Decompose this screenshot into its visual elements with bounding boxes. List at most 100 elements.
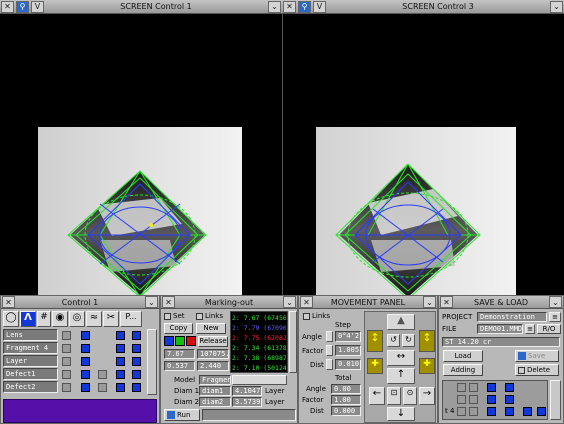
center-dot-icon[interactable]: ⊙ xyxy=(403,387,417,405)
toggle-cell[interactable] xyxy=(132,357,141,366)
delete-button[interactable]: Delete xyxy=(515,364,559,376)
close-icon[interactable]: ✕ xyxy=(162,296,175,308)
toggle-cell[interactable] xyxy=(132,344,141,353)
solution-item[interactable]: 2: 7.10 (50124 xyxy=(232,363,286,373)
toggle-cell[interactable] xyxy=(62,383,71,392)
ratio-field[interactable]: 0.537 xyxy=(164,361,195,371)
collapse-icon[interactable]: ⌄ xyxy=(550,0,563,13)
read-only-button[interactable]: R/O xyxy=(537,324,561,334)
model-dropdown[interactable] xyxy=(232,375,287,385)
collapse-icon[interactable]: ⌄ xyxy=(145,296,158,308)
solution-item[interactable]: 2: 7.79 (67090 xyxy=(232,323,286,333)
grid-cell[interactable] xyxy=(523,407,532,416)
close-icon[interactable]: ✕ xyxy=(300,296,313,308)
save-button[interactable]: Save xyxy=(515,350,559,362)
screen-menu-button[interactable]: V xyxy=(31,0,44,13)
grow-icon[interactable]: ✚ xyxy=(419,358,435,374)
value-field[interactable]: 107075.7 xyxy=(197,349,229,359)
size-field[interactable]: 2.440 xyxy=(197,361,229,371)
color-blue-swatch[interactable] xyxy=(164,336,174,346)
solution-item[interactable]: 2: 7.67 (67456 xyxy=(232,313,286,323)
control1-scrollbar[interactable] xyxy=(147,329,157,395)
zoom-search-icon[interactable]: ⚲ xyxy=(298,0,311,13)
list-item[interactable]: Layer xyxy=(3,355,58,367)
toggle-cell[interactable] xyxy=(62,357,71,366)
set-checkbox[interactable]: Set xyxy=(164,312,185,320)
project-field[interactable]: Demonstration xyxy=(477,312,547,322)
toggle-cell[interactable] xyxy=(62,344,71,353)
collapse-icon[interactable]: ⌄ xyxy=(283,296,296,308)
toggle-cell[interactable] xyxy=(98,383,107,392)
run-button[interactable]: Run xyxy=(164,409,200,421)
diam1-name-field[interactable]: diam1 xyxy=(199,386,231,396)
grid-cell[interactable] xyxy=(487,383,496,392)
toggle-cell[interactable] xyxy=(116,383,125,392)
diam1-value-field[interactable]: 4.1047 xyxy=(232,386,262,396)
grid-cell[interactable] xyxy=(469,407,478,416)
up-arrow-icon[interactable]: ▲ xyxy=(387,314,415,330)
solution-item[interactable]: 2: 7.34 (61378 xyxy=(232,343,286,353)
grid-cell[interactable] xyxy=(457,395,466,404)
angle-stepper[interactable] xyxy=(326,331,333,342)
grid-cell[interactable] xyxy=(457,407,466,416)
dist-step-field[interactable]: 0.010 xyxy=(335,359,361,370)
shrink-icon[interactable]: ✚ xyxy=(367,358,383,374)
bulb-icon[interactable]: ◯ xyxy=(3,311,19,327)
close-icon[interactable]: ✕ xyxy=(1,0,14,13)
factor-step-field[interactable]: 1.005 xyxy=(335,345,361,356)
grid-cell[interactable] xyxy=(505,395,514,404)
list-item[interactable]: Lens xyxy=(3,329,58,341)
rotate-ccw-icon[interactable]: ↺ xyxy=(387,334,400,347)
right-screen-viewport[interactable] xyxy=(282,14,564,295)
eye-icon[interactable]: ◉ xyxy=(52,311,68,327)
file-field[interactable]: DEMO01.MMD xyxy=(477,324,523,334)
solution-item[interactable]: 2: 7.38 (68987 xyxy=(232,353,286,363)
links-checkbox[interactable]: Links xyxy=(303,312,330,320)
center-cross-icon[interactable]: ⊡ xyxy=(387,387,401,405)
factor-stepper[interactable] xyxy=(326,345,333,356)
lamp-icon[interactable]: ◎ xyxy=(69,311,85,327)
lambda-icon[interactable]: Λ xyxy=(20,311,36,327)
collapse-icon[interactable]: ⌄ xyxy=(268,0,281,13)
p-button[interactable]: P... xyxy=(120,311,142,327)
grid-cell[interactable] xyxy=(469,383,478,392)
weight-field[interactable]: 7.67 xyxy=(164,349,195,359)
color-red-swatch[interactable] xyxy=(186,336,196,346)
angle-step-field[interactable]: 0°4'21 xyxy=(335,331,361,342)
close-icon[interactable]: ✕ xyxy=(2,296,15,308)
rotate-right-icon[interactable]: ↕ xyxy=(419,330,435,352)
scissors-icon[interactable]: ✂ xyxy=(103,311,119,327)
grid-cell[interactable] xyxy=(537,407,546,416)
zoom-search-icon[interactable]: ⚲ xyxy=(16,0,29,13)
dist-stepper[interactable] xyxy=(326,359,333,370)
grid-cell[interactable] xyxy=(505,383,514,392)
toggle-cell[interactable] xyxy=(98,370,107,379)
grid-scrollbar[interactable] xyxy=(550,380,561,420)
move-left-icon[interactable]: ← xyxy=(369,387,385,405)
close-icon[interactable]: ✕ xyxy=(283,0,296,13)
close-icon[interactable]: ✕ xyxy=(440,296,453,308)
solutions-scrollbar[interactable] xyxy=(289,311,297,373)
load-button[interactable]: Load xyxy=(443,350,483,362)
hidden-eye-icon[interactable]: ≈ xyxy=(86,311,102,327)
grid-cell[interactable] xyxy=(505,407,514,416)
screen-menu-button[interactable]: V xyxy=(313,0,326,13)
grid-cell[interactable] xyxy=(487,407,496,416)
flip-icon[interactable]: ↔ xyxy=(387,350,415,366)
solutions-list[interactable]: 2: 7.67 (67456 2: 7.79 (67090 2: 7.75 (670… xyxy=(230,311,288,373)
solution-item[interactable]: 2: 7.75 (67082 xyxy=(232,333,286,343)
hash-button[interactable]: # xyxy=(37,311,51,327)
toggle-cell[interactable] xyxy=(132,331,141,340)
toggle-cell[interactable] xyxy=(116,357,125,366)
project-menu-icon[interactable]: ≡ xyxy=(549,312,561,322)
left-screen-viewport[interactable] xyxy=(0,14,282,295)
copy-button[interactable]: Copy xyxy=(164,323,193,334)
toggle-cell[interactable] xyxy=(81,383,90,392)
move-right-icon[interactable]: → xyxy=(419,387,435,405)
grid-cell[interactable] xyxy=(457,383,466,392)
rotate-cw-icon[interactable]: ↻ xyxy=(402,334,415,347)
list-item[interactable]: Defect2 xyxy=(3,381,58,393)
toggle-cell[interactable] xyxy=(62,331,71,340)
toggle-cell[interactable] xyxy=(81,344,90,353)
toggle-cell[interactable] xyxy=(81,331,90,340)
